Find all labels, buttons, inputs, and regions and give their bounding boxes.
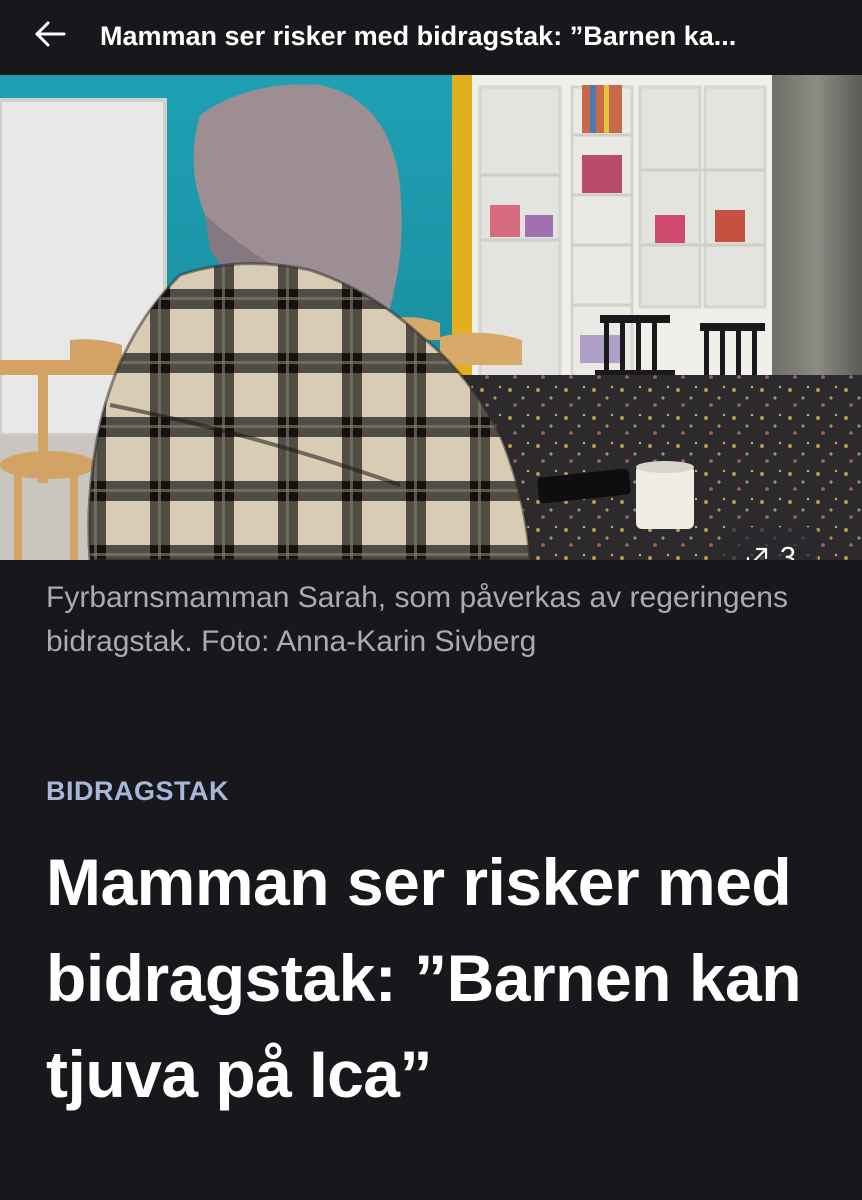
article-headline: Mamman ser risker med bidragstak: ”Barne…	[46, 845, 802, 1111]
top-bar: Mamman ser risker med bidragstak: ”Barne…	[0, 0, 862, 75]
article-photo	[0, 75, 862, 560]
gallery-button[interactable]: 3	[722, 527, 818, 560]
expand-arrows-icon	[744, 545, 770, 560]
hero-image[interactable]: 3	[0, 75, 862, 560]
gallery-count: 3	[779, 541, 797, 560]
image-caption: Fyrbarnsmamman Sarah, som påverkas av re…	[46, 581, 788, 658]
arrow-left-icon	[33, 19, 67, 54]
article-kicker[interactable]: BIDRAGSTAK	[46, 776, 229, 807]
page-title: Mamman ser risker med bidragstak: ”Barne…	[100, 21, 737, 51]
back-button[interactable]	[28, 14, 72, 58]
